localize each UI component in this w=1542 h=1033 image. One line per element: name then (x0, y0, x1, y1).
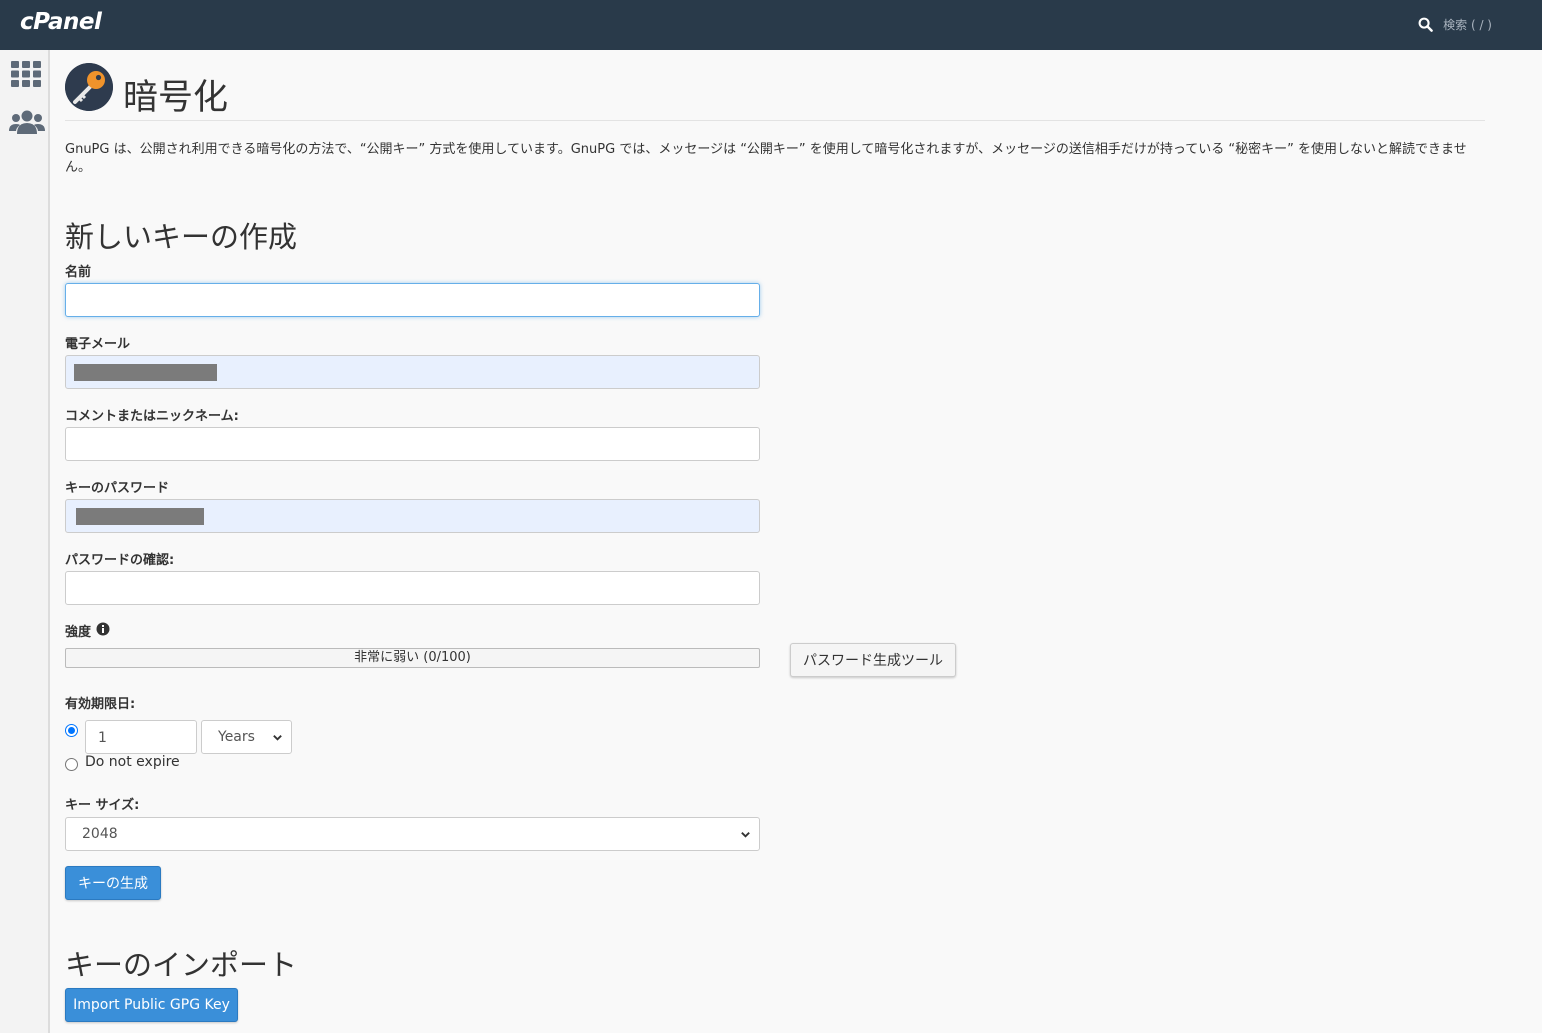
users-icon[interactable] (9, 108, 45, 136)
import-key-heading: キーのインポート (65, 948, 298, 982)
email-label: 電子メール (65, 337, 131, 352)
search-icon (1418, 17, 1433, 32)
password-input[interactable] (65, 499, 760, 533)
key-icon (65, 63, 113, 111)
expiry-label: 有効期限日: (65, 697, 136, 712)
redacted-email (74, 364, 217, 381)
search-box[interactable]: 検索 ( / ) (1418, 16, 1492, 33)
password-label: キーのパスワード (65, 481, 170, 496)
chevron-down-icon (740, 828, 751, 844)
no-expire-radio[interactable] (65, 758, 78, 771)
password-strength-meter: 非常に弱い (0/100) (65, 648, 760, 668)
expiry-value-input[interactable]: 1 (85, 720, 197, 754)
search-placeholder: 検索 ( / ) (1443, 18, 1492, 32)
expiry-unit-value: Years (218, 729, 255, 745)
strength-label-row: 強度 (65, 621, 110, 640)
left-rail (0, 50, 50, 1033)
cpanel-logo[interactable]: cPanel (20, 9, 102, 35)
keysize-select[interactable]: 2048 (65, 817, 760, 851)
expiry-custom-radio[interactable] (65, 724, 78, 737)
redacted-password (76, 508, 204, 525)
keysize-value: 2048 (82, 826, 118, 842)
confirm-password-label: パスワードの確認: (65, 553, 175, 568)
page-description: GnuPG は、公開され利用できる暗号化の方法で、“公開キー” 方式を使用してい… (65, 142, 1467, 175)
page-header: 暗号化 (65, 63, 1485, 121)
top-bar: cPanel 検索 ( / ) (0, 0, 1542, 50)
page-title: 暗号化 (123, 78, 229, 118)
strength-label: 強度 (65, 625, 92, 640)
comment-input[interactable] (65, 427, 760, 461)
import-public-key-button[interactable]: Import Public GPG Key (65, 988, 238, 1022)
password-generator-button[interactable]: パスワード生成ツール (790, 643, 956, 677)
expiry-unit-select[interactable]: Years (201, 720, 292, 754)
generate-key-button[interactable]: キーの生成 (65, 866, 161, 900)
no-expire-label[interactable]: Do not expire (85, 754, 180, 770)
name-label: 名前 (65, 265, 92, 280)
comment-label: コメントまたはニックネーム: (65, 409, 239, 424)
create-key-heading: 新しいキーの作成 (65, 220, 298, 254)
info-icon[interactable] (96, 622, 110, 640)
name-input[interactable] (65, 283, 760, 317)
email-input[interactable] (65, 355, 760, 389)
confirm-password-input[interactable] (65, 571, 760, 605)
chevron-down-icon (272, 731, 283, 747)
keysize-label: キー サイズ: (65, 798, 140, 813)
grid-icon[interactable] (11, 60, 41, 88)
